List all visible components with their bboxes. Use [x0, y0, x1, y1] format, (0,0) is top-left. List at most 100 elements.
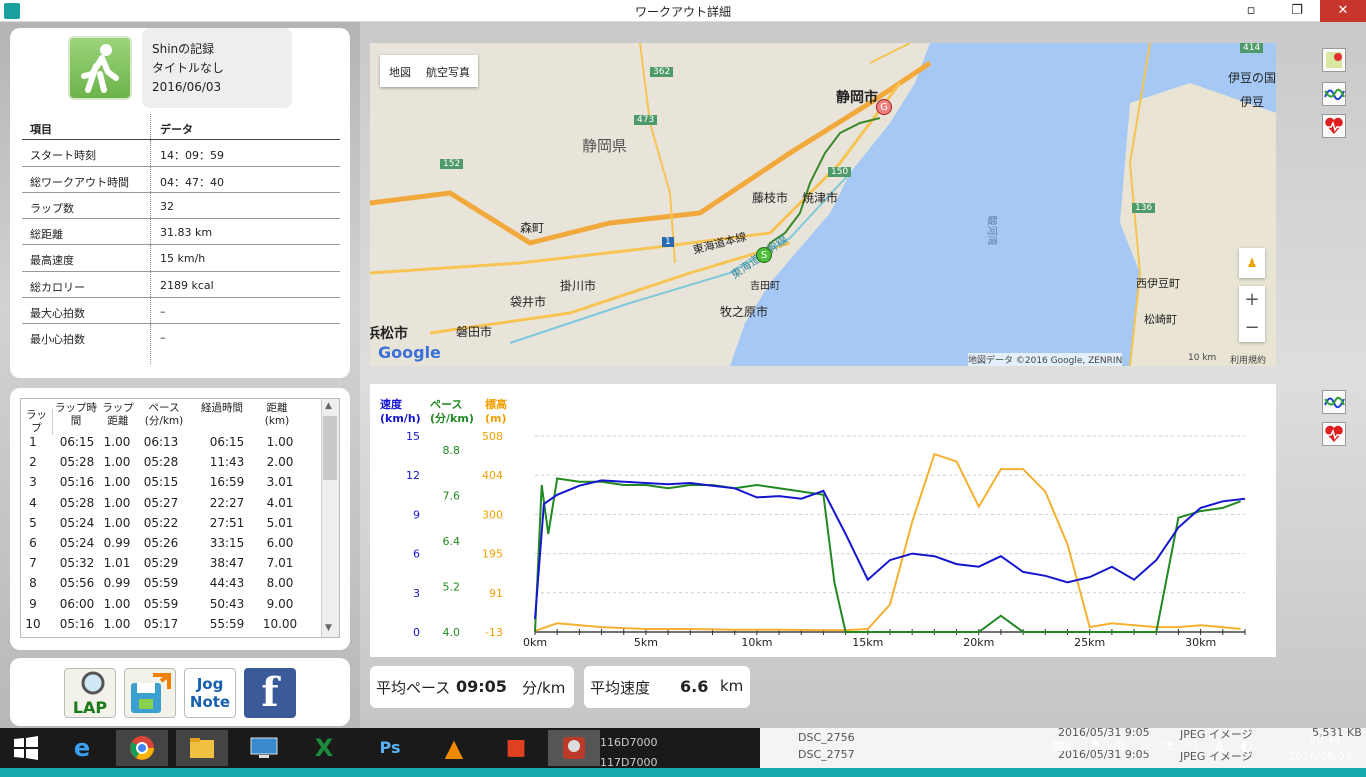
lap-cell: 05:28: [59, 455, 95, 470]
map-route-473: 473: [634, 115, 658, 125]
record-date: 2016/06/03: [152, 80, 222, 94]
lap-cell: 06:15: [59, 435, 95, 449]
tray-windows-icon[interactable]: ⊞: [1114, 738, 1125, 753]
start-marker[interactable]: S: [756, 247, 772, 263]
lenovo-icon[interactable]: [238, 730, 290, 766]
lap-cell: 05:22: [143, 515, 179, 530]
zoom-out-button[interactable]: −: [1239, 314, 1265, 342]
tray-time[interactable]: 20:44: [1290, 733, 1360, 746]
tray-flag-icon[interactable]: ⚑: [1090, 738, 1102, 753]
file-explorer-icon[interactable]: [176, 730, 228, 766]
window-title: ワークアウト詳細: [634, 5, 731, 19]
stats-key: スタート時刻: [30, 149, 96, 163]
map-label-izunokuni: 伊豆の国: [1228, 71, 1276, 85]
lap-cell: 05:26: [143, 536, 179, 550]
tab-aerial[interactable]: 航空写真: [426, 64, 470, 80]
stats-row: ラップ数 32: [22, 192, 340, 220]
stats-value: 15 km/h: [160, 252, 206, 266]
action-bar: [10, 658, 350, 726]
street-view-pegman-icon[interactable]: ♟: [1239, 248, 1265, 278]
scroll-down-icon[interactable]: ▼: [325, 623, 332, 633]
axis-tick-label: 91: [489, 587, 503, 600]
avg-speed-value: 6.6: [680, 677, 709, 696]
windows-icon: [14, 736, 38, 760]
map-terms-link[interactable]: 利用規約: [1230, 353, 1266, 366]
stats-key: 最小心拍数: [30, 333, 85, 347]
jognote-label-2: Note: [189, 693, 231, 711]
zoom-in-button[interactable]: +: [1239, 286, 1265, 314]
lap-cell: 22:27: [209, 495, 245, 510]
lap-row[interactable]: 3 05:16 1.00 05:15 16:59 3.01: [21, 475, 321, 495]
stats-header: 項目 データ: [22, 114, 340, 141]
lap-cell: 1.00: [103, 435, 131, 449]
lap-row[interactable]: 5 05:24 1.00 05:22 27:51 5.01: [21, 516, 321, 536]
close-button[interactable]: ✕: [1320, 0, 1366, 22]
restore-button[interactable]: ❐: [1274, 0, 1320, 22]
lap-row[interactable]: 9 06:00 1.00 05:59 50:43 9.00: [21, 597, 321, 617]
lap-cell: 38:47: [209, 556, 245, 571]
export-button[interactable]: [124, 668, 176, 718]
bg-camera-1: 116D7000: [600, 736, 658, 749]
bg-file-date: 2016/05/31 9:05: [1058, 726, 1150, 739]
lap-cell: 05:28: [59, 495, 95, 510]
tray-network-icon[interactable]: ◔: [1162, 738, 1173, 753]
axis-tick-label: 5.2: [443, 581, 461, 594]
jognote-button[interactable]: Jog Note: [184, 668, 236, 718]
lap-cell: 1.00: [103, 455, 131, 470]
map-label-izu: 伊豆: [1240, 95, 1265, 109]
app-book-icon[interactable]: ■: [490, 730, 542, 766]
tray-date[interactable]: 2016/06/03: [1280, 750, 1360, 763]
tray-ime-icon[interactable]: A: [1214, 738, 1225, 757]
lap-row[interactable]: 8 05:56 0.99 05:59 44:43 8.00: [21, 576, 321, 596]
google-logo: Google: [378, 343, 441, 362]
lap-cell: 6: [29, 536, 37, 550]
route-map[interactable]: 静岡市 静岡県 藤枝市 焼津市 森町 掛川市 袋井市 磐田市 浜松市 牧之原市 …: [370, 43, 1276, 366]
lap-row[interactable]: 2 05:28 1.00 05:28 11:43 2.00: [21, 455, 321, 475]
scroll-up-icon[interactable]: ▲: [325, 401, 332, 411]
lap-row[interactable]: 6 05:24 0.99 05:26 33:15 6.00: [21, 536, 321, 556]
lap-search-button[interactable]: LAP: [64, 668, 116, 718]
map-view-icon[interactable]: [1322, 48, 1346, 72]
start-button[interactable]: [0, 730, 52, 766]
lap-row[interactable]: 4 05:28 1.00 05:27 22:27 4.01: [21, 496, 321, 516]
tab-map[interactable]: 地図: [389, 64, 411, 80]
series-line: [534, 452, 1241, 632]
minimize-button[interactable]: ▫: [1228, 0, 1274, 22]
axis-title: ペース: [430, 398, 462, 411]
chart-heart-rate-icon[interactable]: [1322, 422, 1346, 446]
lap-cell: 7: [29, 556, 37, 571]
facebook-button[interactable]: f: [244, 668, 296, 718]
lap-row[interactable]: 7 05:32 1.01 05:29 38:47 7.01: [21, 556, 321, 576]
lap-row[interactable]: 1 06:15 1.00 06:13 06:15 1.00: [21, 435, 321, 455]
x-tick-label: 0km: [523, 636, 547, 649]
axis-title: 速度: [380, 397, 403, 411]
avg-speed-label: 平均速度: [590, 679, 651, 697]
axis-unit: (分/km): [430, 411, 474, 425]
graph-toggle-icon[interactable]: [1322, 82, 1346, 106]
goal-marker[interactable]: G: [876, 99, 892, 115]
photoshop-icon[interactable]: Ps: [364, 730, 416, 766]
map-label-nishiizu: 西伊豆町: [1136, 277, 1180, 290]
vlc-icon[interactable]: ▲: [428, 730, 480, 766]
lap-cell: 5.01: [266, 515, 294, 530]
lap-cell: 05:56: [59, 576, 95, 591]
chart-graph-toggle-icon[interactable]: [1322, 390, 1346, 414]
lap-scroll-thumb[interactable]: [323, 416, 337, 480]
chrome-icon[interactable]: [116, 730, 168, 766]
stats-header-data: データ: [160, 123, 193, 136]
tray-volume-icon[interactable]: ◁: [1186, 738, 1196, 753]
heart-rate-icon[interactable]: [1322, 114, 1346, 138]
axis-tick-label: 300: [482, 508, 503, 521]
jog-app-taskbar-icon[interactable]: [548, 730, 600, 766]
stats-value: 31.83 km: [160, 226, 213, 240]
tray-keyboard-icon[interactable]: ⌨: [1052, 740, 1071, 755]
excel-icon[interactable]: X: [298, 730, 350, 766]
lap-cell: 1.00: [103, 515, 131, 530]
lap-row[interactable]: 10 05:16 1.00 05:17 55:59 10.00: [21, 617, 321, 637]
x-tick-label: 30km: [1185, 636, 1216, 649]
ie-icon[interactable]: e: [56, 730, 108, 766]
stats-key: 総カロリー: [30, 280, 85, 294]
lap-cell: 06:13: [143, 435, 179, 449]
tray-battery-icon[interactable]: ▯: [1142, 738, 1149, 753]
tray-ime-mode-icon[interactable]: ◐: [1240, 738, 1252, 754]
